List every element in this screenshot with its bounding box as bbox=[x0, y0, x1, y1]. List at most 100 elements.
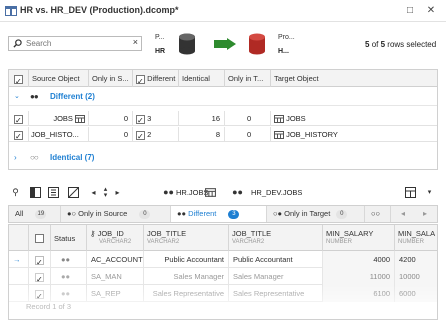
different-count: 3 bbox=[147, 114, 152, 123]
table-row[interactable]: ●● SA_REP Sales Representative Sales Rep… bbox=[9, 285, 437, 302]
col-target-job-title[interactable]: JOB_TITLE VARCHAR2 bbox=[229, 225, 323, 251]
different-checkbox[interactable] bbox=[136, 73, 145, 87]
row-indicator bbox=[9, 268, 29, 285]
close-button[interactable]: ✕ bbox=[424, 4, 438, 18]
window-title: HR vs. HR_DEV (Production).dcomp* bbox=[20, 5, 179, 15]
identical-cell: 16 bbox=[179, 111, 225, 126]
col-different[interactable]: Different bbox=[133, 70, 179, 87]
col-target-object[interactable]: Target Object bbox=[271, 70, 437, 87]
select-all-header[interactable] bbox=[9, 70, 29, 87]
tab-different-label: Different bbox=[188, 209, 217, 218]
table-icon bbox=[274, 115, 284, 124]
record-checkbox[interactable] bbox=[35, 271, 44, 285]
source-object-cell: JOBS bbox=[29, 111, 89, 126]
record-checkbox-cell[interactable] bbox=[29, 268, 51, 285]
different-checkbox[interactable] bbox=[136, 129, 145, 142]
clear-search-button[interactable]: × bbox=[133, 37, 138, 47]
different-cell: 3 bbox=[133, 111, 179, 126]
row-checkbox-cell[interactable] bbox=[9, 111, 29, 126]
col-job-id[interactable]: ⚷ JOB_ID VARCHAR2 bbox=[87, 225, 144, 251]
source-connection-label: P... bbox=[155, 34, 165, 41]
navigate-updown-icon[interactable]: ▴ ▾ bbox=[100, 186, 111, 199]
key-icon[interactable]: ⚲ bbox=[10, 187, 21, 198]
target-min-salary-cell: 6000 bbox=[395, 285, 437, 302]
record-checkbox-cell[interactable] bbox=[29, 251, 51, 268]
col-source-object[interactable]: Source Object bbox=[29, 70, 89, 87]
target-connection-name: H... bbox=[278, 48, 289, 55]
navigate-next-icon[interactable]: ▸ bbox=[112, 187, 123, 198]
col-source-job-title[interactable]: JOB_TITLE VARCHAR2 bbox=[144, 225, 229, 251]
target-connection-label: Pro... bbox=[278, 34, 295, 41]
group-row-identical[interactable]: › ○○ Identical (7) bbox=[9, 149, 437, 167]
target-job-title-cell: Sales Representative bbox=[229, 285, 323, 302]
table-row[interactable]: JOBS 0 3 16 0 JOBS bbox=[9, 111, 437, 126]
tab-only-in-source[interactable]: ●○ Only in Source 0 bbox=[61, 206, 171, 222]
grid-layout-icon[interactable] bbox=[405, 187, 416, 198]
target-min-salary-cell: 10000 bbox=[395, 268, 437, 285]
identical-status-icon: ○○ bbox=[30, 153, 39, 162]
source-min-salary-cell: 4000 bbox=[323, 251, 395, 268]
source-job-title-cell: Public Accountant bbox=[144, 251, 229, 268]
only-in-target-cell: 0 bbox=[225, 111, 271, 126]
chevron-right-icon[interactable]: › bbox=[14, 153, 17, 162]
window-titlebar: HR vs. HR_DEV (Production).dcomp* □ ✕ bbox=[0, 0, 446, 22]
compare-arrow-icon bbox=[214, 38, 236, 50]
different-cell: 2 bbox=[133, 127, 179, 142]
col-only-in-source[interactable]: Only in S... bbox=[89, 70, 133, 87]
rows-selected-count: 5 bbox=[365, 40, 370, 49]
row-checkbox-cell[interactable] bbox=[9, 127, 29, 142]
job-id-cell: SA_REP bbox=[87, 285, 144, 302]
tab-only-in-source-label: Only in Source bbox=[78, 209, 128, 218]
search-box[interactable]: × bbox=[8, 36, 142, 51]
search-icon bbox=[13, 39, 22, 48]
table-icon bbox=[75, 115, 85, 124]
col-source-job-title-label: JOB_TITLE bbox=[147, 229, 187, 238]
tab-identical[interactable]: ○○ bbox=[365, 206, 391, 222]
filter-columns-icon[interactable] bbox=[48, 187, 59, 198]
different-icon: ●● bbox=[177, 209, 187, 218]
table-row[interactable]: → ●● AC_ACCOUNT Public Accountant Public… bbox=[9, 251, 437, 268]
select-all-checkbox[interactable] bbox=[14, 73, 23, 87]
restore-button[interactable]: □ bbox=[403, 4, 417, 18]
data-compare-icon bbox=[5, 6, 17, 16]
chevron-down-icon[interactable]: ▾ bbox=[424, 187, 435, 198]
target-object-cell: JOBS bbox=[271, 111, 437, 126]
record-checkbox[interactable] bbox=[35, 254, 44, 268]
col-target-job-title-type: VARCHAR2 bbox=[232, 239, 265, 245]
col-identical[interactable]: Identical bbox=[179, 70, 225, 87]
scroll-tabs-left-icon[interactable]: ◂ bbox=[401, 209, 405, 218]
col-source-min-salary[interactable]: MIN_SALARY NUMBER bbox=[323, 225, 395, 251]
row-checkbox[interactable] bbox=[14, 129, 23, 142]
col-job-id-type: VARCHAR2 bbox=[99, 239, 132, 245]
select-all-records-header[interactable] bbox=[29, 225, 51, 251]
record-checkbox[interactable] bbox=[35, 288, 44, 302]
tab-only-in-target-count: 0 bbox=[336, 209, 348, 219]
record-checkbox-cell[interactable] bbox=[29, 285, 51, 302]
scroll-tabs-right-icon[interactable]: ▸ bbox=[423, 209, 427, 218]
different-checkbox[interactable] bbox=[136, 113, 145, 126]
table-row[interactable]: ●● SA_MAN Sales Manager Sales Manager 11… bbox=[9, 268, 437, 285]
split-view-icon[interactable] bbox=[30, 187, 41, 198]
chevron-down-icon[interactable]: ⌄ bbox=[14, 92, 20, 100]
record-navigator-info: Record 1 of 3 bbox=[26, 302, 72, 311]
search-input[interactable] bbox=[26, 38, 126, 49]
select-all-records-checkbox[interactable] bbox=[35, 233, 44, 243]
row-checkbox[interactable] bbox=[14, 113, 23, 126]
col-status[interactable]: Status bbox=[51, 225, 87, 251]
records-grid-header: Status ⚷ JOB_ID VARCHAR2 JOB_TITLE VARCH… bbox=[9, 225, 437, 251]
col-target-min-salary[interactable]: MIN_SALA NUMBER bbox=[395, 225, 437, 251]
col-source-job-title-type: VARCHAR2 bbox=[147, 239, 180, 245]
tab-only-in-target[interactable]: ○● Only in Target 0 bbox=[267, 206, 365, 222]
navigate-prev-icon[interactable]: ◂ bbox=[88, 187, 99, 198]
tab-all-count: 19 bbox=[35, 209, 47, 219]
col-only-in-target[interactable]: Only in T... bbox=[225, 70, 271, 87]
source-min-salary-cell: 6100 bbox=[323, 285, 395, 302]
table-row[interactable]: JOB_HISTO... 0 2 8 0 JOB_HISTORY bbox=[9, 127, 437, 142]
tab-all[interactable]: All 19 bbox=[9, 206, 61, 222]
group-row-different[interactable]: ⌄ ●● Different (2) bbox=[9, 88, 437, 106]
col-source-min-salary-label: MIN_SALARY bbox=[326, 229, 374, 238]
identical-icon: ○○ bbox=[371, 209, 381, 218]
identical-cell: 8 bbox=[179, 127, 225, 142]
tab-different[interactable]: ●● Different 3 bbox=[171, 206, 267, 222]
show-differences-icon[interactable] bbox=[68, 187, 79, 198]
